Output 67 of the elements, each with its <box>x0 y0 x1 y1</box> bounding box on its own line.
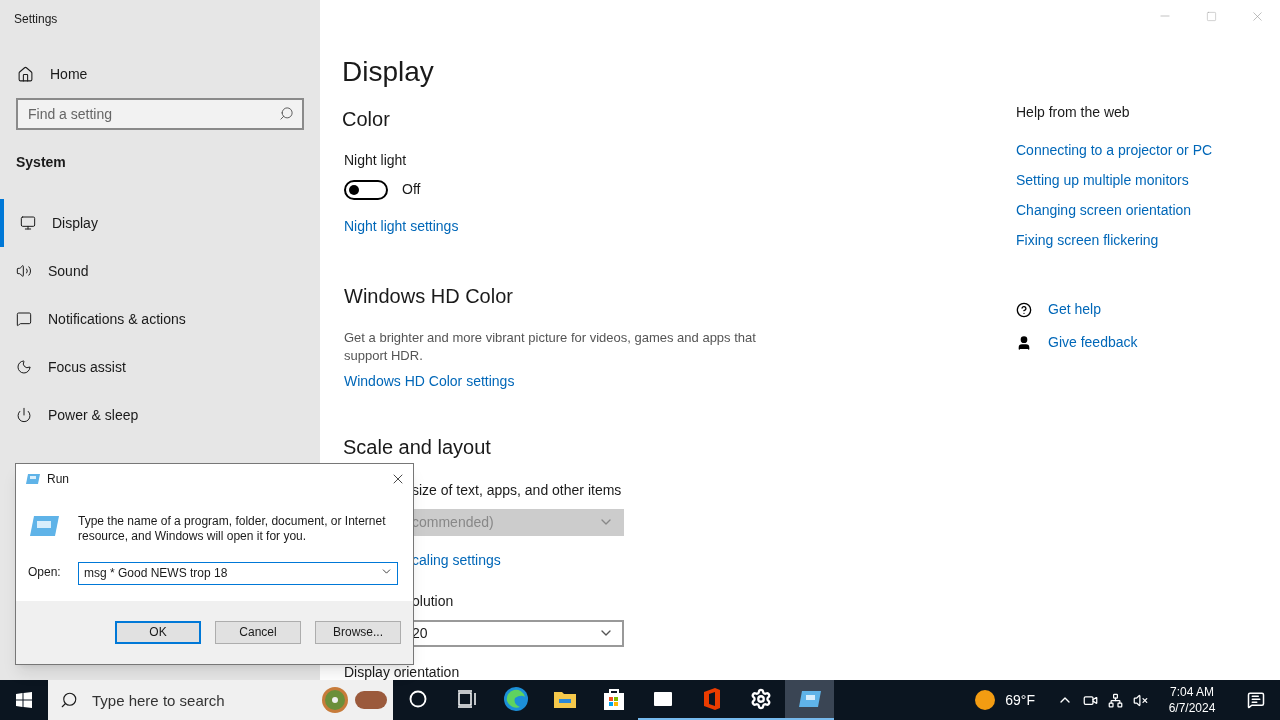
sidebar-icon <box>16 359 32 375</box>
section-heading: System <box>15 153 67 172</box>
help-action[interactable]: Give feedback <box>1016 332 1138 353</box>
dialog-button[interactable]: OK <box>115 620 201 644</box>
taskbar-search[interactable]: Type here to search <box>48 680 393 720</box>
office-icon[interactable] <box>701 687 722 711</box>
section-heading: Scale and layout <box>342 435 492 460</box>
search-icon <box>60 691 78 709</box>
sidebar-icon <box>20 215 36 231</box>
sidebar-item[interactable]: Sound <box>0 247 320 295</box>
taskbar-app[interactable] <box>785 680 834 720</box>
volume-muted-icon[interactable] <box>1133 692 1148 708</box>
sidebar-item[interactable]: Power & sleep <box>0 391 320 439</box>
home-icon <box>17 65 34 83</box>
weather-temp: 69°F <box>1005 690 1035 710</box>
section-heading: Windows HD Color <box>343 284 514 309</box>
help-link[interactable]: Setting up multiple monitors <box>1016 170 1189 191</box>
description-text: Get a brighter and more vibrant picture for videos, games and apps that support HDR. <box>343 329 757 365</box>
clock[interactable]: 7:04 AM 6/7/2024 <box>1162 684 1222 716</box>
browser-icon[interactable] <box>502 686 529 712</box>
help-link[interactable]: Changing screen orientation <box>1016 200 1192 221</box>
dialog-button[interactable]: Browse... <box>315 620 401 644</box>
search-icon <box>279 106 294 121</box>
settings-icon[interactable] <box>749 688 772 710</box>
help-heading: Help from the web <box>1016 103 1131 122</box>
settings-link[interactable]: Night light settings <box>342 216 459 237</box>
clock-date: 6/7/2024 <box>1168 700 1216 716</box>
folder-icon[interactable] <box>552 689 577 709</box>
dialog-title: Run <box>47 471 69 488</box>
window-title: Settings <box>13 11 59 28</box>
cortana-icon[interactable] <box>408 690 427 708</box>
help-icon <box>1016 301 1032 318</box>
dropdown-value: commended) <box>412 512 494 532</box>
restore-icon <box>1205 10 1217 22</box>
feedback-icon <box>1016 334 1032 351</box>
run-icon <box>25 473 41 485</box>
page-title: Display <box>342 55 435 89</box>
open-label: Open: <box>28 564 62 582</box>
sidebar-icon <box>16 407 32 423</box>
setting-label: Night light <box>343 151 408 170</box>
home-link[interactable]: Home <box>0 64 105 84</box>
sidebar-icon <box>16 263 32 279</box>
setting-label: olution <box>411 591 455 611</box>
donut-drawing <box>319 686 389 714</box>
toggle-state: Off <box>402 180 421 199</box>
clock-time: 7:04 AM <box>1170 684 1214 700</box>
section-heading: Color <box>342 107 391 132</box>
run-icon <box>28 514 60 538</box>
notification-icon[interactable] <box>1247 691 1265 709</box>
sun-icon <box>975 690 996 710</box>
help-link[interactable]: Connecting to a projector or PC <box>1016 140 1213 161</box>
toggle-switch[interactable] <box>344 179 388 200</box>
settings-link[interactable]: Windows HD Color settings <box>342 371 515 392</box>
store-icon[interactable] <box>602 687 625 711</box>
task-view-icon[interactable] <box>456 690 477 708</box>
run-icon[interactable] <box>797 690 822 708</box>
sidebar-item[interactable]: Notifications & actions <box>0 295 320 343</box>
windows-logo-icon <box>16 692 32 708</box>
help-action[interactable]: Get help <box>1016 299 1101 320</box>
help-link[interactable]: Fixing screen flickering <box>1016 230 1159 251</box>
sidebar-item[interactable]: Focus assist <box>0 343 320 391</box>
setting-label: Display orientation <box>343 665 460 680</box>
network-icon[interactable] <box>1108 692 1123 708</box>
command-field[interactable]: msg * Good NEWS trop 18 <box>78 561 398 585</box>
sidebar-icon <box>16 311 32 327</box>
search-field[interactable]: Find a setting <box>16 98 304 130</box>
dialog-button[interactable]: Cancel <box>215 620 301 644</box>
